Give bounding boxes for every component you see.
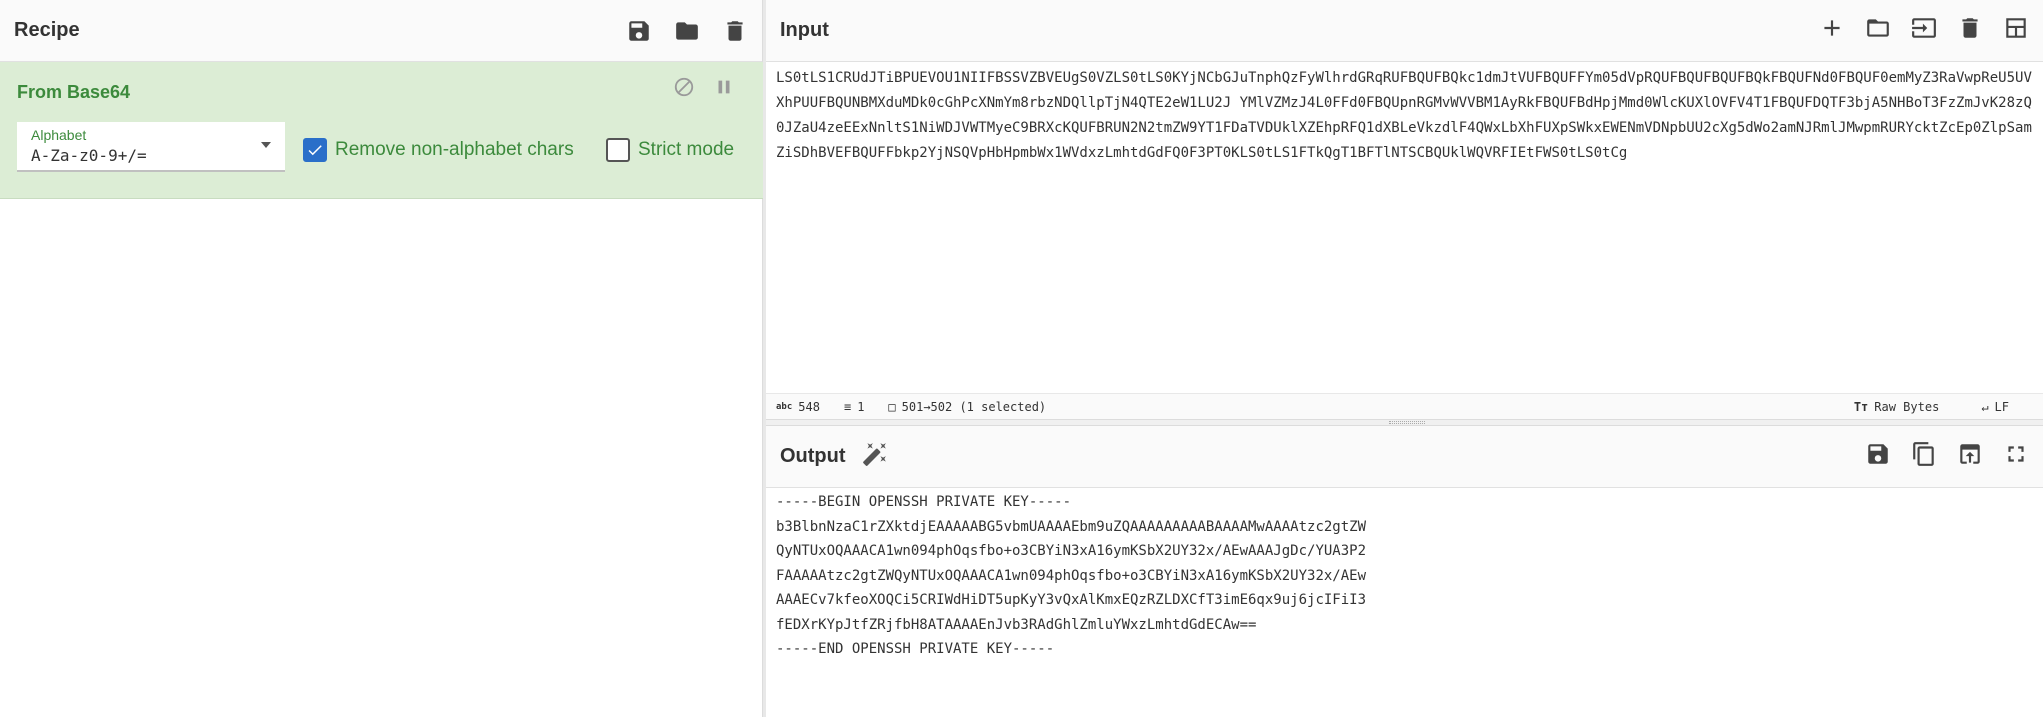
line-count: ≡ 1 (843, 399, 865, 414)
input-status-bar: abc 548 ≡ 1 □ 501→502 (1 selected) Tт Ra… (766, 393, 2043, 419)
selection-icon: □ (888, 399, 896, 414)
magic-wand-icon[interactable] (862, 441, 888, 472)
lines-icon: ≡ (843, 399, 852, 414)
recipe-header: Recipe (0, 0, 762, 62)
clear-recipe-trash-icon[interactable] (722, 18, 748, 44)
input-pane: Input LS0tLS1CRUdJTiBPUEVOU1NIIFBSSVZBVE… (766, 0, 2043, 421)
encoding-selector[interactable]: Tт Raw Bytes (1854, 400, 1939, 414)
output-header: Output (766, 426, 2043, 488)
operation-title: From Base64 (17, 82, 131, 102)
selection-info: □ 501→502 (1 selected) (888, 399, 1047, 414)
chevron-down-icon (261, 142, 271, 148)
save-output-icon[interactable] (1865, 441, 1891, 472)
operation-from-base64[interactable]: From Base64 Alphabet A-Za-z0-9+/= Remove… (0, 62, 763, 199)
load-recipe-folder-icon[interactable] (674, 18, 700, 44)
output-pane: Output -----BEGIN OPENSSH PRIVATE KEY---… (766, 425, 2043, 717)
input-title: Input (780, 19, 829, 41)
remove-non-alphabet-checkbox[interactable] (303, 138, 327, 162)
open-file-input-icon[interactable] (1911, 15, 1937, 46)
output-title: Output (780, 445, 846, 467)
remove-non-alphabet-label: Remove non-alphabet chars (335, 139, 574, 160)
open-folder-icon[interactable] (1865, 15, 1891, 46)
alphabet-value: A-Za-z0-9+/= (31, 146, 147, 165)
eol-selector[interactable]: ↵ LF (1981, 400, 2009, 414)
clear-input-trash-icon[interactable] (1957, 15, 1983, 46)
maximise-output-icon[interactable] (2003, 441, 2029, 472)
char-count: abc 548 (776, 399, 820, 414)
text-encoding-icon: Tт (1853, 399, 1869, 414)
strict-mode-option[interactable]: Strict mode (606, 138, 734, 162)
alphabet-select[interactable]: Alphabet A-Za-z0-9+/= (17, 122, 285, 172)
disable-operation-icon[interactable] (673, 76, 695, 103)
abc-icon: abc (776, 401, 793, 412)
copy-output-icon[interactable] (1911, 441, 1937, 472)
strict-mode-checkbox[interactable] (606, 138, 630, 162)
input-textarea[interactable]: LS0tLS1CRUdJTiBPUEVOU1NIIFBSSVZBVEUgS0VZ… (776, 66, 2038, 166)
pause-operation-icon[interactable] (713, 76, 735, 103)
remove-non-alphabet-option[interactable]: Remove non-alphabet chars (303, 138, 574, 162)
add-input-tab-icon[interactable] (1819, 15, 1845, 46)
cyberchef-app: Recipe From Base64 Alphabet A-Za-z0-9+/=… (0, 0, 2043, 717)
output-textarea[interactable]: -----BEGIN OPENSSH PRIVATE KEY----- b3Bl… (776, 490, 2038, 662)
strict-mode-label: Strict mode (638, 139, 735, 160)
replace-input-with-output-icon[interactable] (1957, 441, 1983, 472)
alphabet-label: Alphabet (31, 127, 87, 143)
recipe-pane: Recipe From Base64 Alphabet A-Za-z0-9+/=… (0, 0, 763, 717)
input-header: Input (766, 0, 2043, 62)
return-arrow-icon: ↵ (1981, 399, 1989, 414)
recipe-title: Recipe (14, 19, 80, 41)
save-recipe-icon[interactable] (626, 18, 652, 44)
reset-layout-icon[interactable] (2003, 15, 2029, 46)
